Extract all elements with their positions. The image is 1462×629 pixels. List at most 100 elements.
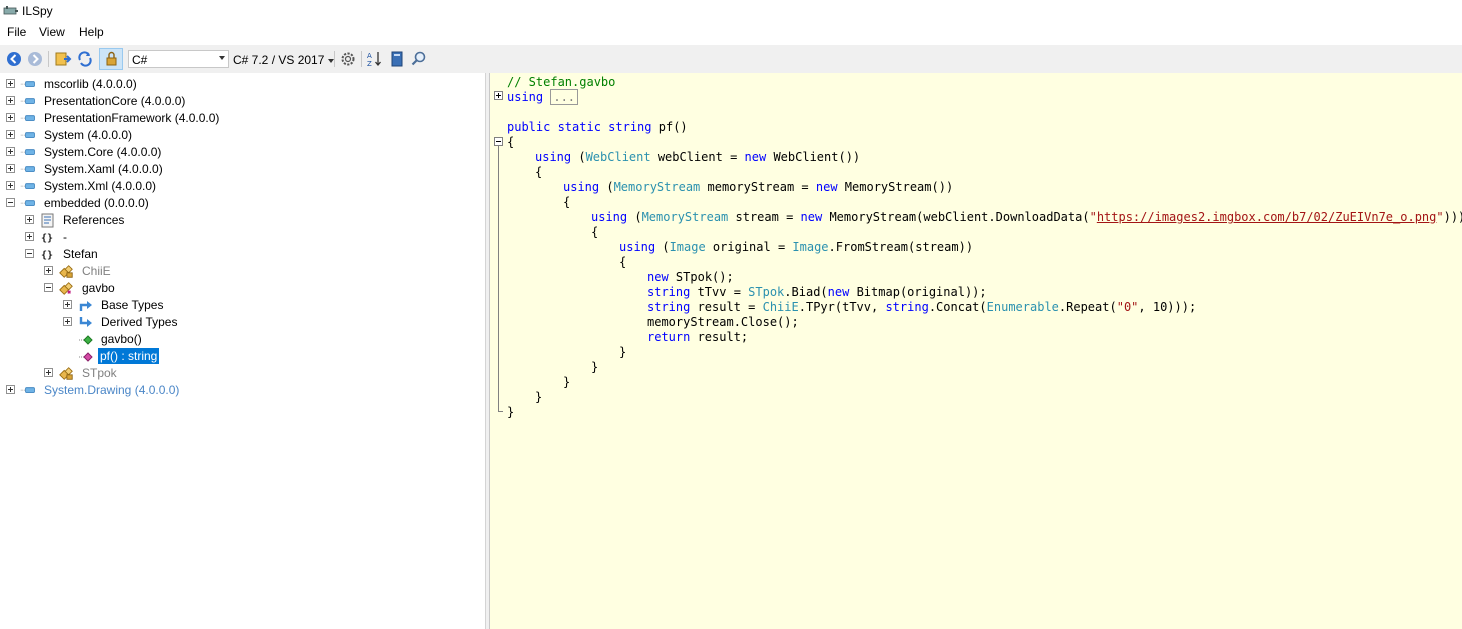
tree-node-label: System.Core (4.0.0.0) (44, 145, 162, 159)
expand-icon[interactable] (63, 300, 72, 309)
svg-text:{}: {} (41, 250, 53, 261)
expand-icon[interactable] (25, 215, 34, 224)
tree-node-label: - (63, 230, 67, 244)
code-line: string result = ChiiE.TPyr(tTvv, string.… (647, 300, 1197, 314)
code-line: using (WebClient webClient = new WebClie… (535, 150, 861, 164)
base-types-icon (79, 301, 92, 311)
reload-icon[interactable] (76, 50, 94, 68)
code-line: new STpok(); (647, 270, 734, 284)
menu-file[interactable]: File (7, 25, 26, 39)
tree-node-label: embedded (0.0.0.0) (44, 196, 149, 210)
code-line: { (507, 135, 515, 149)
assembly-icon (20, 132, 35, 138)
code-using-collapsed: using ... (507, 89, 579, 105)
code-line: { (535, 165, 543, 179)
code-line: { (619, 255, 627, 269)
tree-node-label: gavbo (82, 281, 115, 295)
collapse-icon[interactable] (494, 137, 503, 146)
assembly-tree: mscorlib (4.0.0.0) PresentationCore (4.0… (0, 73, 485, 629)
title-bar: ILSpy (0, 0, 1462, 22)
code-line: using (MemoryStream memoryStream = new M… (563, 180, 954, 194)
code-line: using (Image original = Image.FromStream… (619, 240, 974, 254)
code-line: } (563, 375, 571, 389)
collapse-icon[interactable] (6, 198, 15, 207)
menu-view[interactable]: View (39, 25, 65, 39)
code-line: return result; (647, 330, 749, 344)
language-combo[interactable]: C# (128, 50, 229, 68)
collapsed-region[interactable]: ... (550, 89, 579, 105)
gear-icon[interactable] (339, 50, 357, 68)
expand-icon[interactable] (6, 113, 15, 122)
method-icon (79, 335, 93, 345)
code-line: { (591, 225, 599, 239)
tree-node-label: STpok (82, 366, 117, 380)
collapse-icon[interactable] (25, 249, 34, 258)
toolbar-separator (361, 51, 362, 67)
toolbar: C# C# 7.2 / VS 2017 A Z (0, 45, 1462, 73)
tree-node-label-selected: pf() : string (98, 348, 160, 364)
tree-node-label: PresentationFramework (4.0.0.0) (44, 111, 220, 125)
expand-icon[interactable] (63, 317, 72, 326)
code-line: { (563, 195, 571, 209)
fold-guide-end (498, 411, 503, 412)
expand-icon[interactable] (6, 181, 15, 190)
svg-text:A: A (367, 52, 372, 60)
url-link[interactable]: https://images2.imgbox.com/b7/02/ZuEIVn7… (1097, 210, 1437, 224)
tree-node-label: System.Xaml (4.0.0.0) (44, 162, 163, 176)
menu-help[interactable]: Help (79, 25, 104, 39)
code-line: } (619, 345, 627, 359)
svg-text:{}: {} (41, 233, 53, 244)
tree-node-label: System.Xml (4.0.0.0) (44, 179, 157, 193)
code-line: } (507, 405, 515, 419)
tree-node-label: System (4.0.0.0) (44, 128, 133, 142)
assembly-icon (20, 81, 35, 87)
assembly-icon (20, 115, 35, 121)
expand-icon[interactable] (6, 96, 15, 105)
tree-node-label: System.Drawing (4.0.0.0) (44, 383, 180, 397)
namespace-icon: {} (41, 233, 53, 244)
expand-icon[interactable] (494, 91, 503, 100)
class-icon (59, 367, 73, 380)
assembly-icon (20, 149, 35, 155)
expand-icon[interactable] (6, 385, 15, 394)
language-version-combo[interactable]: C# 7.2 / VS 2017 (233, 53, 335, 67)
expand-icon[interactable] (6, 164, 15, 173)
code-line: public static string pf() (507, 120, 688, 134)
collapse-icon[interactable] (44, 283, 53, 292)
toolbar-separator (334, 51, 335, 67)
menu-bar: File View Help (0, 22, 1462, 42)
toolbar-separator (48, 51, 49, 67)
class-icon (59, 282, 73, 295)
expand-icon[interactable] (44, 266, 53, 275)
ilspy-app-icon (3, 6, 18, 15)
tree-node-label: Base Types (101, 298, 164, 312)
references-icon (41, 213, 54, 228)
assembly-icon (20, 166, 35, 172)
forward-icon[interactable] (26, 50, 44, 68)
open-icon[interactable] (54, 50, 72, 68)
lock-icon (106, 51, 117, 66)
window-title: ILSpy (22, 4, 53, 18)
search-icon[interactable] (410, 50, 428, 68)
sort-icon[interactable]: A Z (366, 50, 384, 68)
expand-icon[interactable] (6, 147, 15, 156)
method-icon (79, 352, 93, 362)
back-icon[interactable] (5, 50, 23, 68)
show-internal-toggle[interactable] (99, 48, 123, 70)
expand-icon[interactable] (25, 232, 34, 241)
tree-node-label: Stefan (63, 247, 98, 261)
expand-icon[interactable] (6, 130, 15, 139)
expand-icon[interactable] (44, 368, 53, 377)
tree-node-label: mscorlib (4.0.0.0) (44, 77, 137, 91)
chevron-down-icon (219, 56, 225, 60)
tree-node-label: References (63, 213, 125, 227)
expand-icon[interactable] (6, 79, 15, 88)
fold-guide (498, 146, 499, 411)
namespace-icon: {} (41, 250, 53, 261)
language-value: C# (132, 53, 148, 67)
code-view[interactable]: // Stefan.gavbo using ... public static … (489, 73, 1462, 629)
assembly-icon (20, 200, 35, 206)
assembly-icon (20, 387, 35, 393)
book-icon[interactable] (388, 50, 406, 68)
code-comment: // Stefan.gavbo (507, 75, 616, 89)
